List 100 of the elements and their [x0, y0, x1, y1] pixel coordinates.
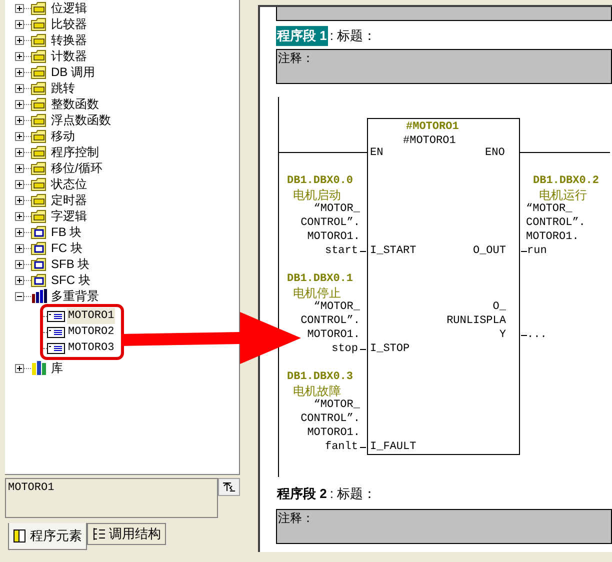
jump-button[interactable]: [218, 478, 240, 496]
tree-item[interactable]: 多重背景: [51, 288, 99, 304]
symbol-text: CONTROL”.: [300, 412, 360, 426]
pin-label: I_START: [370, 244, 416, 258]
expander-icon[interactable]: [15, 20, 24, 28]
function-block[interactable]: [367, 118, 520, 455]
pin-label: O_: [492, 300, 506, 314]
expander-icon[interactable]: [15, 116, 24, 124]
tree-item[interactable]: FB 块: [51, 224, 82, 240]
symbol-text: “MOTOR_: [314, 300, 360, 314]
folder-icon: [31, 194, 47, 206]
call-structure-icon: [92, 527, 106, 541]
expander-icon[interactable]: [15, 132, 24, 140]
symbol-text: MOTORO1.: [526, 230, 579, 244]
instance-icon: [47, 326, 65, 338]
address-label: DB1.DBX0.2: [533, 174, 600, 188]
expander-icon[interactable]: [15, 364, 24, 372]
folder-icon: [31, 34, 47, 46]
instance-icon: [47, 342, 65, 354]
tree-item[interactable]: MOTORO2: [67, 324, 116, 340]
tree-item[interactable]: SFB 块: [51, 256, 90, 272]
pin-label: ENO: [485, 146, 505, 160]
info-box: MOTORO1: [5, 478, 218, 518]
operand-text: run: [527, 244, 547, 258]
tree-item[interactable]: 位逻辑: [51, 0, 87, 16]
expander-icon[interactable]: [15, 164, 24, 172]
symbol-text: MOTORO1.: [307, 328, 360, 342]
expander-icon[interactable]: [15, 292, 24, 300]
program-elements-icon: [13, 529, 27, 543]
pin-label: O_OUT: [472, 244, 506, 258]
network-label[interactable]: 程序段 1: [276, 26, 328, 46]
folder-icon: [31, 210, 47, 222]
comment-label: 电机运行: [539, 188, 587, 202]
instance-name: #MOTORO1: [403, 134, 456, 148]
tab[interactable]: 调用结构: [87, 523, 166, 545]
network-title: : 标题：: [330, 485, 376, 504]
comment-label: 电机故障: [293, 384, 341, 398]
library-icon: [31, 361, 47, 375]
network-label[interactable]: 程序段 2: [276, 484, 328, 504]
expander-icon[interactable]: [15, 228, 24, 236]
comment-label: 电机启动: [293, 188, 341, 202]
tree-item[interactable]: 程序控制: [51, 144, 99, 160]
tree-item[interactable]: 状态位: [51, 176, 87, 192]
tree-item[interactable]: SFC 块: [51, 272, 90, 288]
expander-icon[interactable]: [15, 148, 24, 156]
folder-icon: [31, 2, 47, 14]
expander-icon[interactable]: [15, 84, 24, 92]
folder-icon: [31, 98, 47, 110]
tree-item[interactable]: 计数器: [51, 48, 87, 64]
operand-text: ...: [527, 328, 547, 342]
books-icon: [31, 289, 47, 303]
pin-label: RUNLISPLA: [446, 314, 506, 328]
address-label: DB1.DBX0.3: [287, 370, 354, 384]
block-folder-icon: [31, 242, 47, 254]
expander-icon[interactable]: [15, 100, 24, 108]
folder-icon: [31, 178, 47, 190]
tab[interactable]: 程序元素: [8, 523, 87, 550]
expander-icon[interactable]: [15, 276, 24, 284]
folder-icon: [31, 18, 47, 30]
expander-icon[interactable]: [15, 196, 24, 204]
expander-icon[interactable]: [15, 180, 24, 188]
tree-item[interactable]: 移动: [51, 128, 75, 144]
tree-item[interactable]: MOTORO1: [67, 308, 116, 324]
expander-icon[interactable]: [15, 68, 24, 76]
folder-icon: [31, 66, 47, 78]
tree-item[interactable]: 库: [51, 360, 63, 376]
address-label: DB1.DBX0.0: [287, 174, 354, 188]
tree-item[interactable]: 跳转: [51, 80, 75, 96]
folder-icon: [31, 50, 47, 62]
tree-item[interactable]: MOTORO3: [67, 340, 116, 356]
symbol-text: CONTROL”.: [300, 216, 360, 230]
expander-icon[interactable]: [15, 244, 24, 252]
expander-icon[interactable]: [15, 260, 24, 268]
comment-field[interactable]: 注释：: [276, 509, 612, 544]
instance-comment: #MOTORO1: [406, 120, 459, 134]
tree-item[interactable]: DB 调用: [51, 64, 96, 80]
folder-icon: [31, 162, 47, 174]
jump-icon: [222, 482, 236, 492]
instance-icon: [47, 310, 65, 322]
tree-item[interactable]: 移位/循环: [51, 160, 102, 176]
pin-label: I_FAULT: [370, 440, 416, 454]
expander-icon[interactable]: [15, 36, 24, 44]
tree-item[interactable]: 浮点数函数: [51, 112, 111, 128]
comment-field[interactable]: 注释：: [276, 49, 612, 84]
tree-item[interactable]: 定时器: [51, 192, 87, 208]
operand-text: stop: [332, 342, 358, 356]
address-label: DB1.DBX0.1: [287, 272, 354, 286]
block-folder-icon: [31, 258, 47, 270]
tree-item[interactable]: FC 块: [51, 240, 82, 256]
pin-label: Y: [499, 328, 506, 342]
block-folder-icon: [31, 226, 47, 238]
expander-icon[interactable]: [15, 212, 24, 220]
tree-item[interactable]: 字逻辑: [51, 208, 87, 224]
operand-text: start: [324, 244, 358, 258]
expander-icon[interactable]: [15, 4, 24, 12]
tree-item[interactable]: 比较器: [51, 16, 87, 32]
expander-icon[interactable]: [15, 52, 24, 60]
tree-item[interactable]: 转换器: [51, 32, 87, 48]
tree-item[interactable]: 整数函数: [51, 96, 99, 112]
symbol-text: “MOTOR_: [314, 398, 360, 412]
